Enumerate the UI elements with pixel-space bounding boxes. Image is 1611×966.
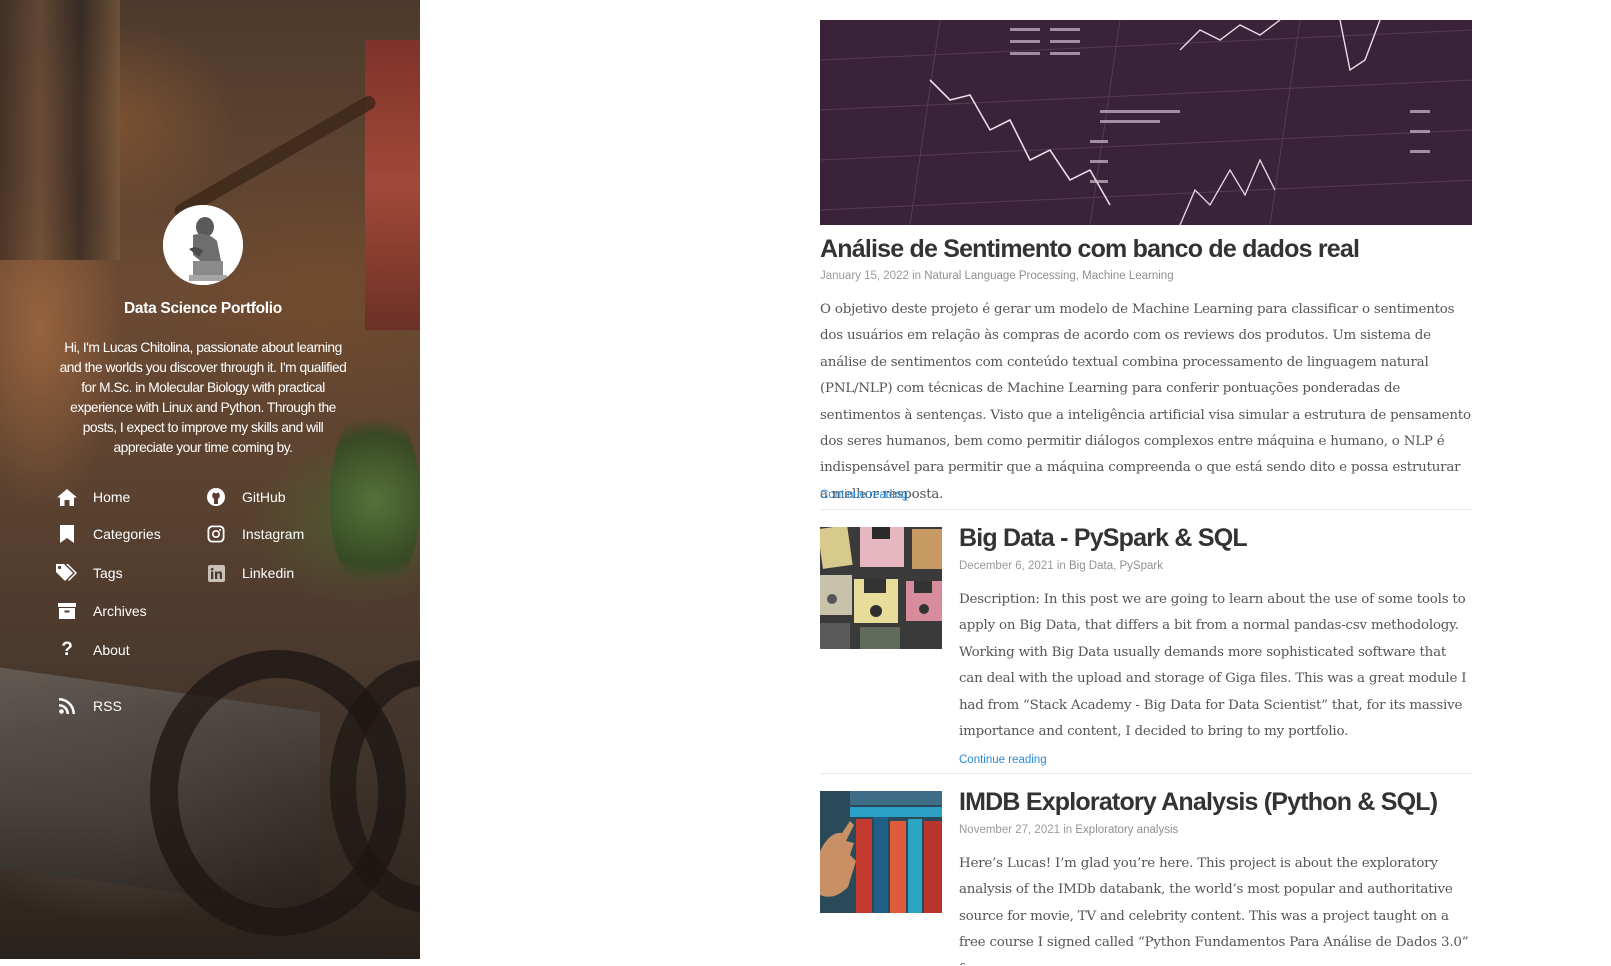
nav-github[interactable]: GitHub bbox=[205, 486, 286, 508]
continue-reading-link[interactable]: Continue reading bbox=[820, 489, 908, 501]
floppy-disks-image bbox=[820, 527, 942, 649]
post-date: December 6, 2021 bbox=[959, 560, 1054, 572]
post-divider bbox=[820, 509, 1472, 510]
nav-rss[interactable]: RSS bbox=[56, 695, 122, 717]
post-title[interactable]: Big Data - PySpark & SQL bbox=[959, 524, 1248, 553]
post-category-link[interactable]: Natural Language Processing bbox=[924, 270, 1076, 282]
post-date: November 27, 2021 bbox=[959, 824, 1061, 836]
nav-linkedin[interactable]: Linkedin bbox=[205, 562, 294, 584]
nav-categories-label: Categories bbox=[93, 526, 161, 542]
books-shelf-image bbox=[820, 791, 942, 913]
nav-tags[interactable]: Tags bbox=[56, 562, 123, 584]
post-hero-image[interactable] bbox=[820, 20, 1472, 225]
background-bookshelf bbox=[0, 0, 120, 260]
sidebar: Data Science Portfolio Hi, I'm Lucas Chi… bbox=[0, 0, 420, 959]
post-category-link[interactable]: Exploratory analysis bbox=[1075, 824, 1178, 836]
post-excerpt: Here’s Lucas! I’m glad you’re here. This… bbox=[959, 856, 1469, 965]
rss-icon bbox=[56, 695, 78, 717]
post-divider bbox=[820, 773, 1472, 774]
instagram-icon bbox=[205, 523, 227, 545]
nav-github-label: GitHub bbox=[242, 489, 286, 505]
thinker-statue-image bbox=[163, 205, 243, 285]
nav-about-label: About bbox=[93, 642, 130, 658]
nav-linkedin-label: Linkedin bbox=[242, 565, 295, 581]
post-category-link[interactable]: Machine Learning bbox=[1082, 270, 1173, 282]
category-separator: , bbox=[1113, 560, 1117, 572]
nav-categories[interactable]: Categories bbox=[56, 523, 161, 545]
linkedin-icon bbox=[205, 562, 227, 584]
nav-archives[interactable]: Archives bbox=[56, 600, 147, 622]
site-title[interactable]: Data Science Portfolio bbox=[0, 300, 406, 318]
category-separator: , bbox=[1075, 270, 1079, 282]
nav-home[interactable]: Home bbox=[56, 486, 130, 508]
author-bio: Hi, I'm Lucas Chitolina, passionate abou… bbox=[59, 340, 347, 455]
avatar[interactable] bbox=[163, 205, 243, 285]
github-icon bbox=[205, 486, 227, 508]
background-red-books bbox=[365, 40, 420, 330]
nav-instagram[interactable]: Instagram bbox=[205, 523, 304, 545]
post-meta: January 15, 2022 in Natural Language Pro… bbox=[820, 270, 1174, 282]
nav-rss-label: RSS bbox=[93, 698, 122, 714]
tags-icon bbox=[56, 562, 78, 584]
post-thumbnail[interactable] bbox=[820, 791, 942, 913]
nav-home-label: Home bbox=[93, 489, 131, 505]
nav-about[interactable]: ? About bbox=[56, 639, 130, 661]
post-in-word: in bbox=[1056, 560, 1066, 572]
stock-chart-image bbox=[820, 20, 1472, 225]
post-meta: November 27, 2021 in Exploratory analysi… bbox=[959, 824, 1178, 836]
post-date: January 15, 2022 bbox=[820, 270, 909, 282]
question-icon: ? bbox=[61, 639, 73, 660]
post-category-link[interactable]: PySpark bbox=[1120, 560, 1163, 572]
nav-archives-label: Archives bbox=[93, 603, 147, 619]
post-in-word: in bbox=[1063, 824, 1073, 836]
bookmark-icon bbox=[56, 523, 78, 545]
post-title[interactable]: Análise de Sentimento com banco de dados… bbox=[820, 235, 1360, 264]
post-thumbnail[interactable] bbox=[820, 527, 942, 649]
post-excerpt: Description: In this post we are going t… bbox=[959, 592, 1467, 740]
post-title[interactable]: IMDB Exploratory Analysis (Python & SQL) bbox=[959, 788, 1438, 817]
nav-tags-label: Tags bbox=[93, 565, 123, 581]
home-icon bbox=[56, 486, 78, 508]
post-excerpt: O objetivo deste projeto é gerar um mode… bbox=[820, 302, 1471, 502]
post-in-word: in bbox=[912, 270, 922, 282]
continue-reading-link[interactable]: Continue reading bbox=[959, 754, 1047, 766]
archive-icon bbox=[56, 600, 78, 622]
nav-instagram-label: Instagram bbox=[242, 526, 305, 542]
background-antler bbox=[171, 93, 379, 221]
post-meta: December 6, 2021 in Big Data, PySpark bbox=[959, 560, 1163, 572]
post-category-link[interactable]: Big Data bbox=[1069, 560, 1113, 572]
